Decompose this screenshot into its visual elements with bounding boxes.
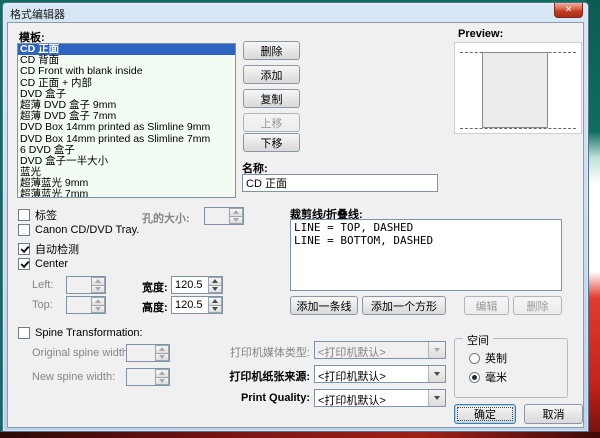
delete-template-button[interactable]: 删除 xyxy=(243,41,300,60)
dialog-body: 模板: CD 正面 CD 背面 CD Front with blank insi… xyxy=(7,22,584,428)
imperial-radio[interactable]: 英制 xyxy=(469,350,507,366)
name-input[interactable] xyxy=(242,174,438,192)
spine-transformation-checkbox-text: Spine Transformation: xyxy=(35,327,143,339)
close-button[interactable]: ✕ xyxy=(554,3,583,18)
ok-button[interactable]: 确定 xyxy=(454,404,516,424)
cancel-button[interactable]: 取消 xyxy=(524,404,583,424)
radio-circle-selected xyxy=(469,372,480,383)
imperial-radio-text: 英制 xyxy=(485,350,507,366)
canon-tray-checkbox[interactable]: Canon CD/DVD Tray. xyxy=(18,224,139,236)
preview-panel xyxy=(454,42,582,134)
close-icon: ✕ xyxy=(565,4,573,14)
title-bar[interactable]: 格式编辑器 ✕ xyxy=(3,3,588,21)
label-checkbox-text: 标签 xyxy=(35,207,57,223)
original-spine-width-label: Original spine width: xyxy=(32,347,131,359)
hole-size-spinner xyxy=(204,207,244,225)
checkbox-box-checked xyxy=(18,243,30,255)
checkbox-box-checked xyxy=(18,258,30,270)
spine-transformation-checkbox[interactable]: Spine Transformation: xyxy=(18,327,143,339)
add-template-button[interactable]: 添加 xyxy=(243,65,300,84)
spin-up-icon xyxy=(229,208,243,217)
print-quality-label: Print Quality: xyxy=(203,392,310,404)
printer-media-type-label: 打印机媒体类型: xyxy=(203,344,310,360)
template-list-item[interactable]: DVD Box 14mm printed as Slimline 7mm xyxy=(18,134,235,145)
printer-media-type-combo: <打印机默认> xyxy=(314,341,446,359)
copy-template-button[interactable]: 复制 xyxy=(243,89,300,108)
template-list-item[interactable]: CD Front with blank inside xyxy=(18,66,235,77)
spin-up-icon[interactable] xyxy=(208,297,222,306)
checkbox-box xyxy=(18,209,30,221)
new-spine-width-spinner xyxy=(126,368,170,386)
spin-up-icon[interactable] xyxy=(208,277,222,286)
label-checkbox[interactable]: 标签 xyxy=(18,207,57,223)
spin-down-icon xyxy=(91,306,105,314)
desktop-background-bottom xyxy=(0,432,600,438)
center-checkbox[interactable]: Center xyxy=(18,258,68,270)
original-spine-width-spinner xyxy=(126,344,170,362)
top-spinner xyxy=(66,296,106,314)
print-quality-combo[interactable]: <打印机默认> xyxy=(314,389,446,407)
left-label: Left: xyxy=(32,279,53,291)
print-quality-value: <打印机默认> xyxy=(318,392,386,408)
edit-line-button: 编辑 xyxy=(464,296,509,315)
height-spinner[interactable] xyxy=(171,296,223,314)
printer-media-type-value: <打印机默认> xyxy=(318,344,386,360)
spin-down-icon[interactable] xyxy=(208,286,222,294)
height-label: 高度: xyxy=(142,299,168,315)
printer-paper-source-label: 打印机纸张来源: xyxy=(203,368,310,384)
move-up-button: 上移 xyxy=(243,113,300,132)
template-list-item[interactable]: DVD 盒子一半大小 xyxy=(18,156,235,167)
spin-down-icon[interactable] xyxy=(208,306,222,314)
add-square-button[interactable]: 添加一个方形 xyxy=(362,296,446,315)
units-groupbox: 空间 英制 毫米 xyxy=(454,338,568,398)
crop-line-entry[interactable]: LINE = TOP, DASHED xyxy=(294,221,558,234)
window-title: 格式编辑器 xyxy=(10,6,65,22)
hole-size-label: 孔的大小: xyxy=(142,210,190,226)
width-label: 宽度: xyxy=(142,279,168,295)
delete-line-button: 删除 xyxy=(513,296,562,315)
template-list-item[interactable]: DVD Box 14mm printed as Slimline 9mm xyxy=(18,122,235,133)
metric-radio[interactable]: 毫米 xyxy=(469,369,507,385)
spin-up-icon xyxy=(91,297,105,306)
printer-paper-source-combo[interactable]: <打印机默认> xyxy=(314,365,446,383)
dropdown-arrow-icon[interactable] xyxy=(428,366,445,382)
checkbox-box xyxy=(18,224,30,236)
auto-detect-checkbox[interactable]: 自动检测 xyxy=(18,241,79,257)
units-group-label: 空间 xyxy=(463,332,493,348)
metric-radio-text: 毫米 xyxy=(485,369,507,385)
spin-down-icon xyxy=(155,354,169,362)
center-checkbox-text: Center xyxy=(35,258,68,270)
preview-label: Preview: xyxy=(458,28,503,40)
preview-crop-line-bottom xyxy=(460,128,576,129)
template-list-item[interactable]: 超薄蓝光 7mm xyxy=(18,189,235,198)
preview-cd-square xyxy=(482,52,548,128)
crop-line-entry[interactable]: LINE = BOTTOM, DASHED xyxy=(294,234,558,247)
width-spinner[interactable] xyxy=(171,276,223,294)
top-label: Top: xyxy=(32,299,53,311)
auto-detect-checkbox-text: 自动检测 xyxy=(35,241,79,257)
spin-up-icon xyxy=(155,369,169,378)
crop-lines-list[interactable]: LINE = TOP, DASHED LINE = BOTTOM, DASHED xyxy=(290,219,562,291)
dropdown-arrow-icon[interactable] xyxy=(428,390,445,406)
spin-up-icon xyxy=(155,345,169,354)
spin-down-icon xyxy=(91,286,105,294)
left-spinner xyxy=(66,276,106,294)
checkbox-box xyxy=(18,327,30,339)
radio-circle xyxy=(469,353,480,364)
format-editor-dialog: 格式编辑器 ✕ 模板: CD 正面 CD 背面 CD Front with bl… xyxy=(2,2,589,432)
new-spine-width-label: New spine width: xyxy=(32,371,115,383)
spin-up-icon xyxy=(91,277,105,286)
add-line-button[interactable]: 添加一条线 xyxy=(290,296,358,315)
spin-down-icon xyxy=(155,378,169,386)
canon-tray-checkbox-text: Canon CD/DVD Tray. xyxy=(35,224,139,236)
move-down-button[interactable]: 下移 xyxy=(243,133,300,152)
printer-paper-source-value: <打印机默认> xyxy=(318,368,386,384)
dropdown-arrow-icon xyxy=(428,342,445,358)
spin-down-icon xyxy=(229,217,243,225)
template-listbox[interactable]: CD 正面 CD 背面 CD Front with blank inside C… xyxy=(17,43,236,198)
